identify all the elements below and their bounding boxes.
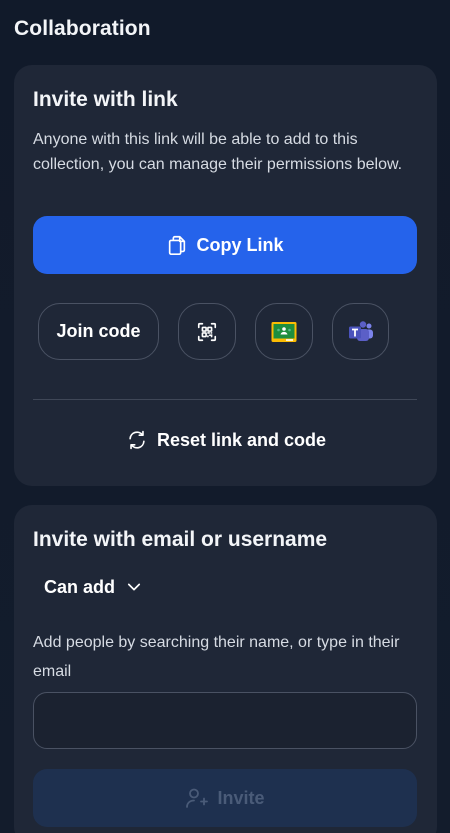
copy-link-label: Copy Link: [196, 234, 284, 255]
reset-link-button[interactable]: Reset link and code: [126, 424, 326, 456]
reset-link-label: Reset link and code: [157, 429, 327, 450]
invite-label: Invite: [217, 787, 265, 808]
invite-button[interactable]: Invite: [33, 769, 417, 827]
invite-link-title: Invite with link: [33, 88, 178, 111]
copy-icon: [166, 234, 188, 256]
qr-code-button[interactable]: [178, 303, 236, 360]
invite-email-title: Invite with email or username: [33, 528, 328, 551]
join-code-button[interactable]: Join code: [38, 303, 159, 360]
permission-selected: Can add: [44, 576, 116, 597]
google-classroom-button[interactable]: [255, 303, 313, 360]
chevron-down-icon: [125, 578, 143, 596]
permission-dropdown[interactable]: Can add: [44, 572, 143, 602]
microsoft-teams-button[interactable]: [332, 303, 389, 360]
google-classroom-icon: [271, 321, 297, 343]
page-title: Collaboration: [14, 17, 151, 40]
qr-code-icon: [196, 321, 218, 343]
email-search-input[interactable]: [33, 692, 417, 749]
divider: [33, 399, 417, 400]
add-user-icon: [185, 786, 209, 810]
copy-link-button[interactable]: Copy Link: [33, 216, 417, 274]
invite-link-description: Anyone with this link will be able to ad…: [33, 131, 403, 173]
refresh-icon: [126, 429, 148, 451]
invite-email-help: Add people by searching their name, or t…: [33, 634, 400, 680]
microsoft-teams-icon: [348, 320, 374, 344]
